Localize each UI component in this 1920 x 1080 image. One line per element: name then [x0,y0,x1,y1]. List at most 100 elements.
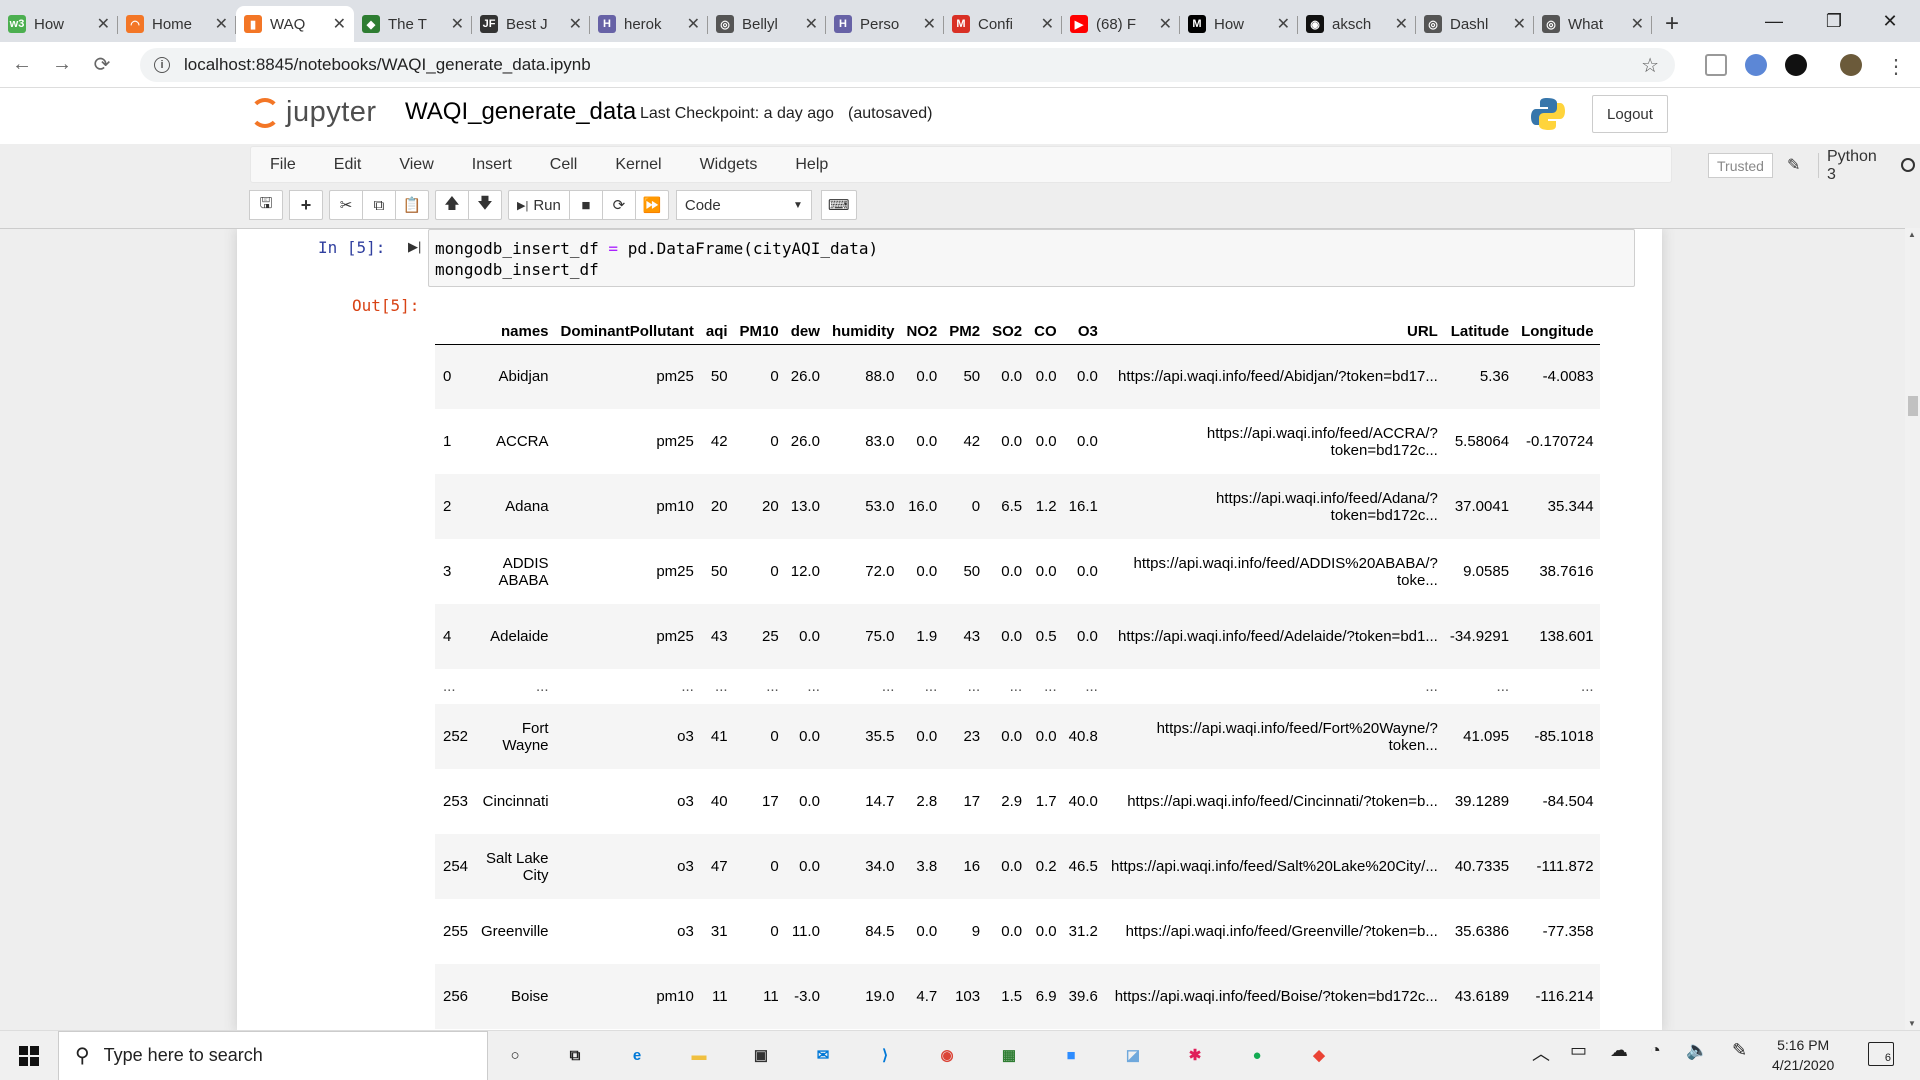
menu-widgets[interactable]: Widgets [681,156,777,174]
taskbar-search[interactable]: ⚲ Type here to search [58,1030,488,1080]
browser-tab[interactable]: ◉ aksch ✕ [1298,6,1416,42]
menu-insert[interactable]: Insert [453,156,531,174]
wifi-icon[interactable]: ◔ [1650,1040,1661,1061]
browser-tab[interactable]: ◎ What ✕ [1534,6,1652,42]
url-text[interactable]: localhost:8845/notebooks/WAQI_generate_d… [184,55,591,75]
slack-icon[interactable]: ✱ [1180,1040,1210,1070]
jupyter-logo[interactable]: jupyter [250,96,377,129]
tab-close-icon[interactable]: ✕ [215,14,228,34]
browser-tab[interactable]: JF Best J ✕ [472,6,590,42]
forward-icon[interactable]: → [44,47,80,83]
keyboard-shortcuts-icon[interactable]: ⌨ [820,190,857,220]
trusted-indicator[interactable]: Trusted [1708,153,1773,178]
edge-icon[interactable]: e [622,1040,652,1070]
site-info-icon[interactable]: i [154,57,170,73]
menu-view[interactable]: View [380,156,452,174]
logout-button[interactable]: Logout [1592,95,1668,133]
cut-icon[interactable]: ✂ [329,190,363,220]
extension-icon-3[interactable] [1785,54,1807,76]
browser-tab[interactable]: ◎ Bellyl ✕ [708,6,826,42]
notebook-name[interactable]: WAQI_generate_data [405,98,636,126]
move-up-icon[interactable]: 🡅 [435,190,469,220]
table-cell: https://api.waqi.info/feed/Adana/?token=… [1216,489,1438,524]
browser-tab[interactable]: M How ✕ [1180,6,1298,42]
browser-tab[interactable]: w3 How ✕ [0,6,118,42]
bookmark-star-icon[interactable]: ☆ [1641,53,1659,78]
excel-chart-icon[interactable]: ▦ [994,1040,1024,1070]
vscode-icon[interactable]: ⟩ [870,1040,900,1070]
notification-center-icon[interactable]: 6 [1868,1042,1894,1066]
browser-tab[interactable]: ▮ WAQ ✕ [236,6,354,42]
browser-tab[interactable]: ◎ Dashl ✕ [1416,6,1534,42]
tab-close-icon[interactable]: ✕ [687,14,700,34]
insert-cell-icon[interactable]: + [289,190,323,220]
tab-close-icon[interactable]: ✕ [333,14,346,34]
menu-cell[interactable]: Cell [531,156,597,174]
menu-help[interactable]: Help [776,156,847,174]
move-down-icon[interactable]: 🡇 [468,190,502,220]
onedrive-icon[interactable]: ☁ [1610,1040,1628,1061]
tab-close-icon[interactable]: ✕ [1159,14,1172,34]
new-tab-button[interactable]: + [1652,6,1692,42]
chrome-icon[interactable]: ◉ [932,1040,962,1070]
tab-close-icon[interactable]: ✕ [1631,14,1644,34]
interrupt-icon[interactable]: ■ [568,190,603,220]
save-icon[interactable]: 🖫 [249,190,283,220]
browser-tab[interactable]: M Confi ✕ [944,6,1062,42]
git-kraken-icon[interactable]: ◆ [1304,1040,1334,1070]
tab-close-icon[interactable]: ✕ [569,14,582,34]
file-explorer-icon[interactable]: ▬ [684,1040,714,1070]
store-icon[interactable]: ▣ [746,1040,776,1070]
volume-icon[interactable]: 🔈 [1686,1040,1708,1061]
scroll-up-icon[interactable]: ▲ [1908,230,1916,239]
pen-icon[interactable]: ✎ [1732,1040,1747,1061]
restart-run-all-icon[interactable]: ⏩ [634,190,669,220]
menu-edit[interactable]: Edit [315,156,381,174]
close-window-button[interactable]: ✕ [1860,0,1920,42]
menu-file[interactable]: File [251,156,315,174]
tab-close-icon[interactable]: ✕ [1513,14,1526,34]
extension-icon[interactable] [1705,54,1727,76]
show-hidden-icons-icon[interactable]: ︿ [1532,1040,1550,1066]
profile-avatar[interactable] [1840,54,1862,76]
browser-tab[interactable]: ◠ Home ✕ [118,6,236,42]
cortana-icon[interactable]: ○ [500,1040,530,1070]
code-cell-input[interactable]: mongodb_insert_df = pd.DataFrame(cityAQI… [428,229,1635,287]
page-scrollbar[interactable]: ▲ ▼ [1905,228,1920,1030]
reload-icon[interactable]: ⟳ [84,47,120,83]
browser-tab[interactable]: ◆ The T ✕ [354,6,472,42]
omnibox[interactable]: i localhost:8845/notebooks/WAQI_generate… [140,48,1675,82]
browser-tab[interactable]: H Perso ✕ [826,6,944,42]
tab-title: The T [388,15,427,33]
tab-close-icon[interactable]: ✕ [451,14,464,34]
cell-type-select[interactable]: Code ▼ [675,190,812,220]
restart-icon[interactable]: ⟳ [601,190,636,220]
notes-icon[interactable]: ◪ [1118,1040,1148,1070]
mongodb-icon[interactable]: ● [1242,1040,1272,1070]
zoom-icon[interactable]: ■ [1056,1040,1086,1070]
tab-close-icon[interactable]: ✕ [1395,14,1408,34]
tab-close-icon[interactable]: ✕ [97,14,110,34]
scrollbar-thumb[interactable] [1908,396,1918,416]
run-button[interactable]: ▶| Run [508,190,570,220]
start-button[interactable] [0,1031,58,1080]
task-view-icon[interactable]: ⧉ [560,1040,590,1070]
extension-icon-2[interactable] [1745,54,1767,76]
tab-close-icon[interactable]: ✕ [805,14,818,34]
browser-tab[interactable]: Hherok ✕ [590,6,708,42]
back-icon[interactable]: ← [4,47,40,83]
maximize-button[interactable]: ❐ [1804,0,1864,42]
tab-close-icon[interactable]: ✕ [1041,14,1054,34]
paste-icon[interactable]: 📋 [395,190,429,220]
taskbar-clock[interactable]: 5:16 PM 4/21/2020 [1772,1035,1834,1075]
menu-kebab-icon[interactable]: ⋮ [1886,54,1906,79]
tab-close-icon[interactable]: ✕ [1277,14,1290,34]
tab-close-icon[interactable]: ✕ [923,14,936,34]
minimize-button[interactable]: — [1744,0,1804,42]
battery-icon[interactable]: ▭ [1570,1040,1587,1061]
scroll-down-icon[interactable]: ▼ [1908,1019,1916,1028]
browser-tab[interactable]: ▶ (68) F ✕ [1062,6,1180,42]
menu-kernel[interactable]: Kernel [596,156,680,174]
mail-icon[interactable]: ✉ [808,1040,838,1070]
copy-icon[interactable]: ⧉ [362,190,396,220]
